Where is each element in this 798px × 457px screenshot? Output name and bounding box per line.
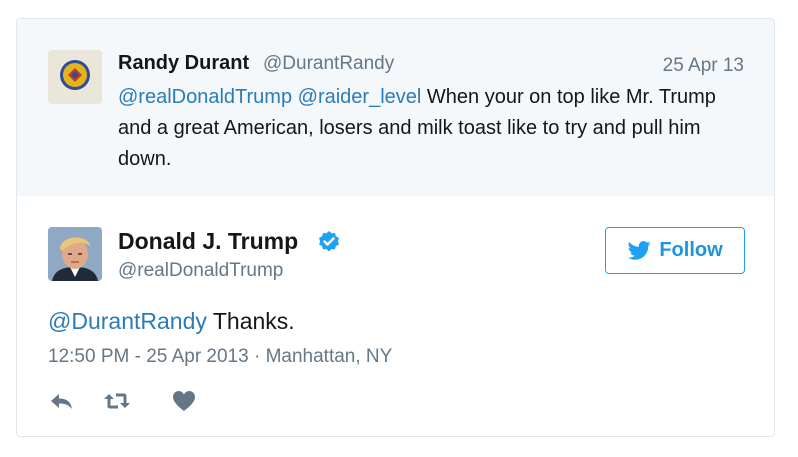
heart-icon[interactable] [170, 389, 198, 413]
reply-author-name[interactable]: Randy Durant [118, 52, 249, 75]
reply-icon[interactable] [48, 389, 76, 413]
twitter-bird-icon [628, 240, 651, 260]
reply-mention-link[interactable]: @realDonaldTrump [118, 86, 292, 108]
retweet-icon[interactable] [103, 389, 131, 413]
tweet-author-handle[interactable]: @realDonaldTrump [118, 260, 283, 282]
profile-photo-icon [48, 227, 102, 281]
donald-trump-avatar[interactable] [48, 227, 102, 281]
quoted-reply-section: Randy Durant @DurantRandy 25 Apr 13 @rea… [17, 19, 774, 196]
tweet-author-name[interactable]: Donald J. Trump [118, 228, 298, 255]
avatar-emblem-icon [48, 50, 102, 104]
follow-button-label: Follow [659, 239, 723, 261]
tweet-timestamp-location[interactable]: 12:50 PM - 25 Apr 2013 · Manhattan, NY [48, 346, 392, 368]
reply-mention-link[interactable]: @raider_level [298, 86, 422, 108]
verified-badge-icon [319, 231, 339, 252]
tweet-mention-link[interactable]: @DurantRandy [48, 308, 207, 334]
reply-date[interactable]: 25 Apr 13 [663, 55, 744, 77]
embedded-tweet-card: Randy Durant @DurantRandy 25 Apr 13 @rea… [16, 18, 775, 437]
reply-text: @realDonaldTrump @raider_level When your… [118, 82, 738, 175]
tweet-text: @DurantRandy Thanks. [48, 308, 295, 335]
reply-author-handle[interactable]: @DurantRandy [263, 53, 394, 75]
follow-button[interactable]: Follow [605, 227, 745, 274]
tweet-body-text: Thanks. [206, 308, 295, 334]
randy-durant-avatar[interactable] [48, 50, 102, 104]
